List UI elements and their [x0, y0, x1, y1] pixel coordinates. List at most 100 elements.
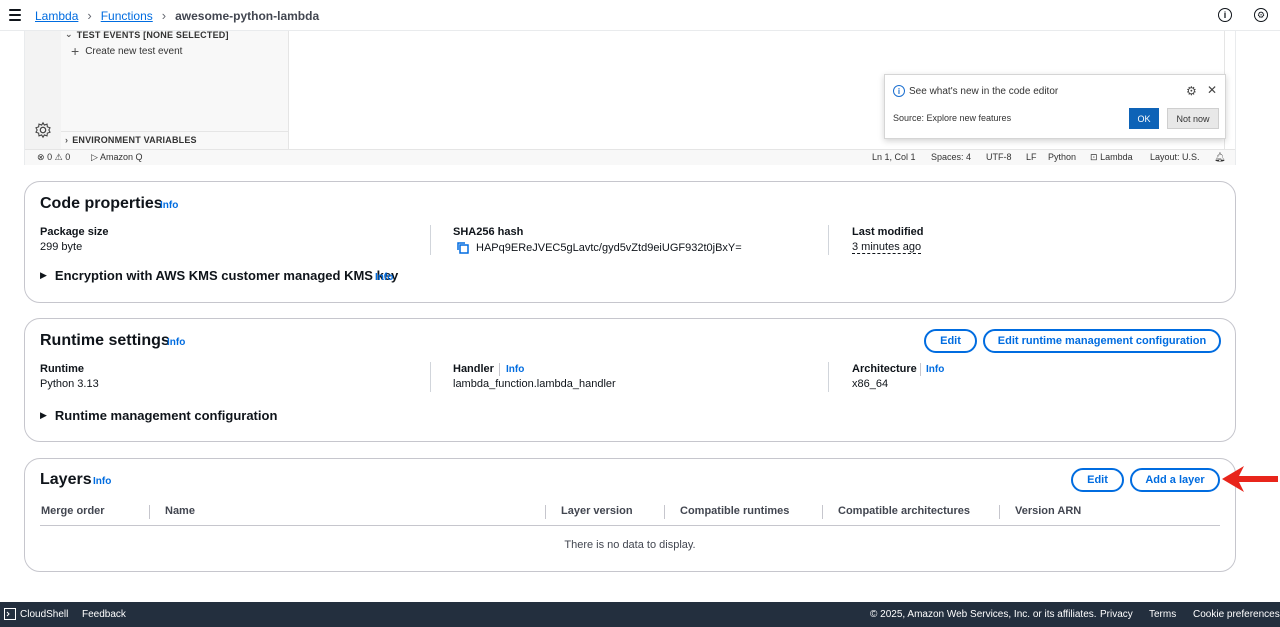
environment-variables-header[interactable]: › ENVIRONMENT VARIABLES	[65, 135, 197, 145]
indentation[interactable]: Spaces: 4	[931, 152, 971, 162]
not-now-button[interactable]: Not now	[1167, 108, 1219, 129]
notification-source: Source: Explore new features	[893, 113, 1012, 123]
code-properties-title: Code properties	[40, 195, 163, 212]
runtime-settings-panel: Runtime settings Info Edit Edit runtime …	[24, 318, 1236, 442]
column-divider	[149, 505, 150, 519]
terms-link[interactable]: Terms	[1149, 609, 1176, 620]
divider	[61, 131, 289, 132]
column-divider	[822, 505, 823, 519]
column-header-layer-version[interactable]: Layer version	[561, 505, 633, 517]
chevron-right-icon: ›	[161, 8, 167, 23]
amazon-q-status[interactable]: ▷ Amazon Q	[91, 152, 142, 163]
breadcrumb-lambda[interactable]: Lambda	[35, 9, 78, 23]
create-test-event-button[interactable]: + Create new test event	[71, 43, 182, 59]
copyright-text: © 2025, Amazon Web Services, Inc. or its…	[870, 609, 1097, 620]
status-bar: ⊗ 0 ⚠ 0 ▷ Amazon Q Ln 1, Col 1 Spaces: 4…	[25, 149, 1235, 165]
terminal-icon	[4, 608, 16, 620]
runtime-management-expander[interactable]: ▶ Runtime management configuration	[40, 408, 277, 423]
whats-new-notification: i See what's new in the code editor ⚙ ✕ …	[884, 74, 1226, 139]
notification-title: See what's new in the code editor	[909, 86, 1059, 97]
code-properties-info-link[interactable]: Info	[160, 200, 178, 211]
test-events-header[interactable]: ⌄ TEST EVENTS [NONE SELECTED]	[65, 29, 229, 40]
column-header-name[interactable]: Name	[165, 505, 195, 517]
close-icon[interactable]: ✕	[1207, 83, 1217, 97]
cookie-preferences-link[interactable]: Cookie preferences	[1193, 609, 1280, 620]
last-modified-value[interactable]: 3 minutes ago	[852, 241, 922, 254]
copy-icon[interactable]	[456, 241, 470, 255]
runtime-settings-title: Runtime settings	[40, 332, 170, 349]
play-icon: ▷	[91, 152, 98, 162]
breadcrumb-current: awesome-python-lambda	[175, 8, 320, 23]
plus-icon: +	[71, 43, 80, 59]
error-icon: ⊗	[37, 152, 45, 162]
menu-icon[interactable]	[9, 9, 21, 21]
layers-info-link[interactable]: Info	[93, 476, 111, 487]
gear-icon[interactable]: ⚙	[1186, 84, 1197, 98]
feedback-link[interactable]: Feedback	[82, 609, 126, 620]
encryption-info-link[interactable]: Info	[375, 272, 393, 283]
column-header-compatible-architectures[interactable]: Compatible architectures	[838, 505, 970, 517]
language-mode[interactable]: Python	[1048, 152, 1076, 162]
encryption-expander[interactable]: ▶ Encryption with AWS KMS customer manag…	[40, 268, 398, 283]
sha256-label: SHA256 hash	[453, 226, 524, 238]
handler-label: Handler	[453, 363, 494, 375]
architecture-value: x86_64	[852, 378, 889, 390]
handler-value: lambda_function.lambda_handler	[453, 378, 616, 390]
edit-runtime-management-button[interactable]: Edit runtime management configuration	[983, 329, 1221, 353]
column-header-compatible-runtimes[interactable]: Compatible runtimes	[680, 505, 789, 517]
explorer-panel: ⌄ TEST EVENTS [NONE SELECTED] + Create n…	[61, 29, 289, 149]
column-header-version-arn[interactable]: Version ARN	[1015, 505, 1081, 517]
runtime-label: Runtime	[40, 363, 84, 375]
divider	[499, 363, 500, 376]
column-divider	[828, 362, 829, 392]
breadcrumb-functions[interactable]: Functions	[101, 9, 153, 23]
column-header-merge-order[interactable]: Merge order	[41, 505, 105, 517]
layers-title: Layers	[40, 471, 92, 488]
sha256-value: HAPq9EReJVEC5gLavtc/gyd5vZtd9eiUGF932t0j…	[456, 241, 742, 255]
top-navigation-bar: Lambda › Functions › awesome-python-lamb…	[0, 0, 1280, 31]
warning-icon: ⚠	[54, 152, 63, 162]
end-of-line[interactable]: LF	[1026, 152, 1037, 162]
lambda-status[interactable]: ⊡ Lambda	[1090, 152, 1133, 163]
table-header-divider	[40, 525, 1220, 526]
handler-info-link[interactable]: Info	[506, 364, 524, 375]
last-modified-label: Last modified	[852, 226, 924, 238]
divider	[920, 363, 921, 376]
settings-circle-icon[interactable]: ⚙	[1254, 8, 1268, 22]
console-footer: CloudShell Feedback © 2025, Amazon Web S…	[0, 602, 1280, 627]
keyboard-layout[interactable]: Layout: U.S.	[1150, 152, 1200, 162]
layers-panel: Layers Info Edit Add a layer Merge order…	[24, 458, 1236, 572]
info-icon: i	[893, 85, 905, 97]
notifications-icon[interactable]: 🔔︎	[1214, 152, 1225, 163]
gear-icon[interactable]	[34, 121, 52, 139]
code-properties-panel: Code properties Info Package size 299 by…	[24, 181, 1236, 303]
column-divider	[828, 225, 829, 255]
column-divider	[664, 505, 665, 519]
package-size-label: Package size	[40, 226, 109, 238]
caret-right-icon: ▶	[40, 270, 47, 280]
problems-indicator[interactable]: ⊗ 0 ⚠ 0	[37, 152, 70, 163]
caret-right-icon: ▶	[40, 410, 47, 420]
package-size-value: 299 byte	[40, 241, 83, 253]
layers-edit-button[interactable]: Edit	[1071, 468, 1124, 492]
runtime-value: Python 3.13	[40, 378, 99, 390]
column-divider	[430, 362, 431, 392]
architecture-info-link[interactable]: Info	[926, 364, 944, 375]
breadcrumb: Lambda › Functions › awesome-python-lamb…	[35, 8, 319, 23]
architecture-label: Architecture	[852, 363, 917, 375]
info-circle-icon[interactable]: i	[1218, 8, 1232, 22]
lambda-icon: ⊡	[1090, 152, 1098, 162]
runtime-settings-info-link[interactable]: Info	[167, 337, 185, 348]
runtime-edit-button[interactable]: Edit	[924, 329, 977, 353]
column-divider	[545, 505, 546, 519]
cursor-position[interactable]: Ln 1, Col 1	[872, 152, 916, 162]
cloudshell-button[interactable]: CloudShell	[4, 608, 68, 620]
add-layer-button[interactable]: Add a layer	[1130, 468, 1220, 492]
ok-button[interactable]: OK	[1129, 108, 1159, 129]
chevron-right-icon: ›	[87, 8, 92, 23]
column-divider	[430, 225, 431, 255]
encoding[interactable]: UTF-8	[986, 152, 1012, 162]
privacy-link[interactable]: Privacy	[1100, 609, 1133, 620]
chevron-down-icon: ⌄	[65, 29, 73, 39]
arrow-annotation-icon	[1222, 466, 1278, 492]
